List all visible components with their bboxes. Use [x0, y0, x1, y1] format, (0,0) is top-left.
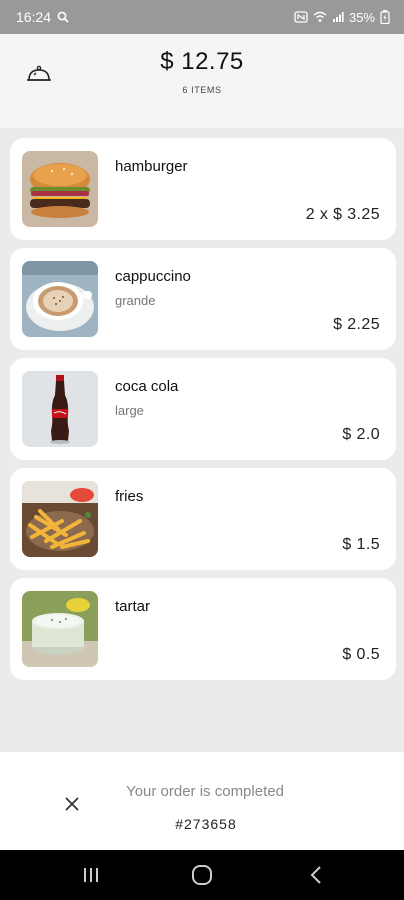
order-status-panel: Your order is completed #273658	[0, 752, 404, 850]
list-item[interactable]: tartar $ 0.5	[10, 578, 396, 680]
item-price: $ 1.5	[342, 536, 380, 553]
status-bar: 16:24 35%	[0, 0, 404, 34]
nfc-icon	[294, 11, 308, 23]
list-item[interactable]: hamburger 2 x $ 3.25	[10, 138, 396, 240]
item-name: hamburger	[115, 158, 188, 175]
battery-percent: 35%	[348, 9, 375, 25]
items-count: 6 ITEMS	[182, 85, 222, 95]
order-number: #273658	[175, 816, 237, 832]
tartar-image	[22, 591, 98, 667]
search-icon	[57, 11, 69, 23]
list-item[interactable]: fries $ 1.5	[10, 468, 396, 570]
item-name: cappuccino	[115, 268, 191, 285]
item-price: 2 x $ 3.25	[305, 206, 380, 223]
item-option: grande	[115, 293, 156, 308]
item-name: fries	[115, 488, 144, 505]
item-price: $ 2.25	[333, 316, 380, 333]
order-status-text: Your order is completed	[126, 783, 284, 800]
order-items-list: hamburger 2 x $ 3.25 cappuccino grande $…	[10, 138, 396, 688]
item-name: tartar	[115, 598, 151, 615]
item-name: coca cola	[115, 378, 179, 395]
home-icon[interactable]	[190, 863, 214, 887]
battery-icon	[380, 10, 390, 24]
hamburger-image	[22, 151, 98, 227]
order-total: $ 12.75	[160, 48, 244, 75]
signal-icon	[332, 11, 344, 23]
item-price: $ 2.0	[342, 426, 380, 443]
header-zigzag-edge	[0, 110, 404, 124]
cappuccino-image	[22, 261, 98, 337]
system-nav-bar	[0, 850, 404, 900]
list-item[interactable]: coca cola large $ 2.0	[10, 358, 396, 460]
fries-image	[22, 481, 98, 557]
status-time: 16:24	[16, 9, 52, 25]
list-item[interactable]: cappuccino grande $ 2.25	[10, 248, 396, 350]
item-option: large	[115, 403, 144, 418]
item-price: $ 0.5	[342, 646, 380, 663]
coca-cola-image	[22, 371, 98, 447]
wifi-icon	[313, 11, 327, 23]
back-icon[interactable]	[304, 863, 328, 887]
recent-apps-icon[interactable]	[79, 863, 103, 887]
